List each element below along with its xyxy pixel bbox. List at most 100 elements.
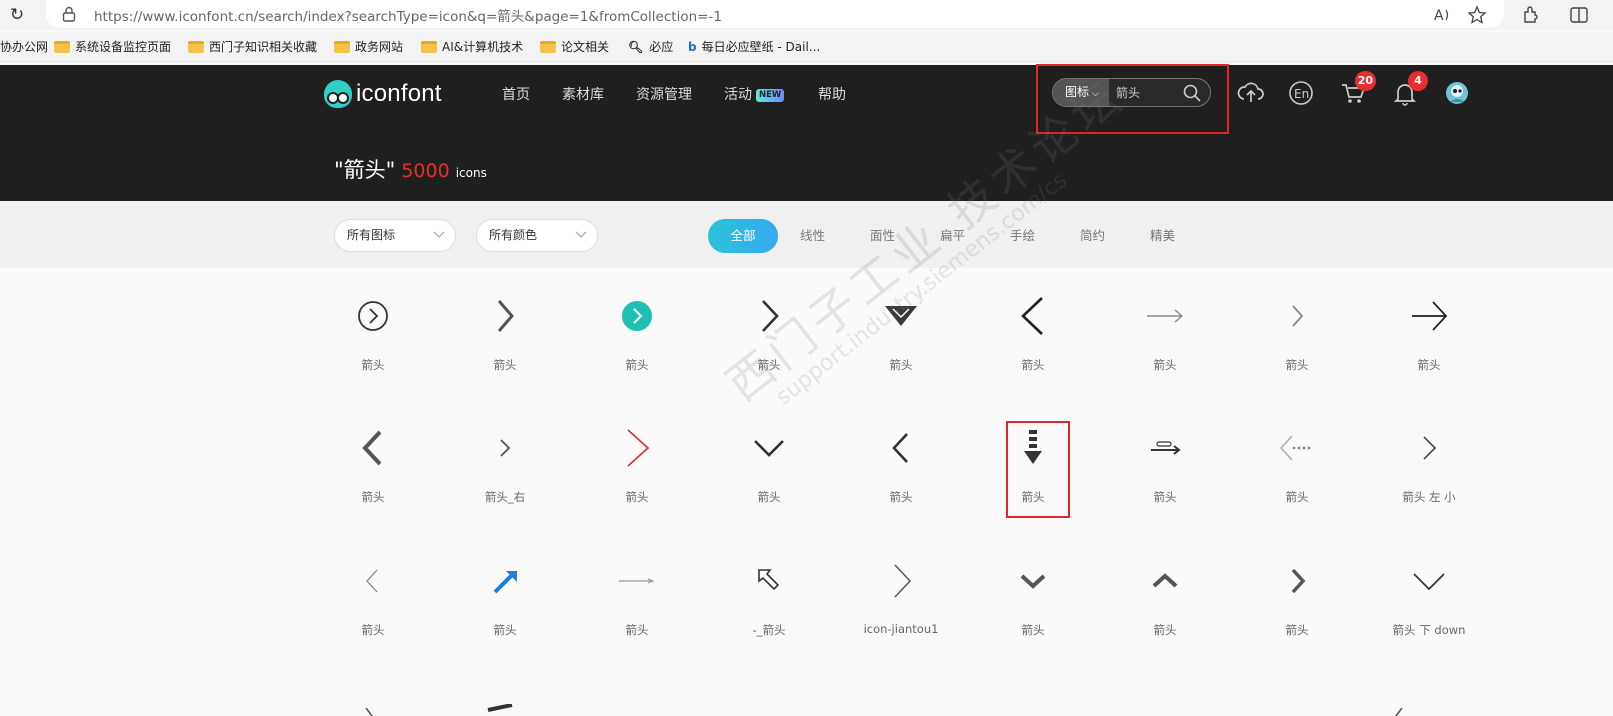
chevron-down-icon xyxy=(433,231,445,238)
partial-icon xyxy=(487,704,513,712)
nav-help[interactable]: 帮助 xyxy=(818,84,846,104)
reload-icon[interactable]: ↻ xyxy=(6,4,28,26)
icon-card[interactable]: 箭头 xyxy=(577,533,697,643)
arrow-right-line-icon xyxy=(1147,309,1184,323)
folder-icon xyxy=(188,41,204,53)
icon-card[interactable]: -_箭头 xyxy=(709,533,829,643)
icon-card[interactable]: 箭头 xyxy=(1237,533,1357,643)
upload-cloud-icon[interactable] xyxy=(1236,78,1266,108)
extensions-icon[interactable] xyxy=(1520,4,1542,26)
icon-card[interactable]: 箭头 xyxy=(445,533,565,643)
bookmark-item[interactable]: 协办公网 xyxy=(0,38,48,56)
tab-flat[interactable]: 扁平 xyxy=(940,219,965,253)
logo[interactable]: iconfont xyxy=(324,78,442,110)
search-icon[interactable] xyxy=(1182,83,1202,103)
bookmarks-bar: 协办公网 系统设备监控页面 西门子知识相关收藏 政务网站 AI&计算机技术 论文… xyxy=(0,32,1613,62)
avatar[interactable] xyxy=(1444,80,1470,106)
result-query: "箭头" xyxy=(334,158,396,182)
bing-icon: b xyxy=(688,40,697,54)
icon-card[interactable]: 箭头 xyxy=(445,268,565,378)
icon-card[interactable]: 箭头 xyxy=(973,268,1093,378)
nav-home[interactable]: 首页 xyxy=(502,84,530,104)
url-text[interactable]: https://www.iconfont.cn/search/index?sea… xyxy=(94,5,722,25)
icon-card[interactable]: 箭头 xyxy=(313,268,433,378)
arrow-up-right-blue-icon xyxy=(493,571,517,594)
icon-card[interactable]: 箭头 xyxy=(1105,268,1225,378)
nav-activity[interactable]: 活动 NEW xyxy=(724,84,785,104)
chevron-right-light-icon xyxy=(1292,305,1304,327)
bookmark-item[interactable]: b 每日必应壁纸 - Dail... xyxy=(688,38,820,56)
tab-all[interactable]: 全部 xyxy=(708,219,778,253)
favorite-star-icon[interactable] xyxy=(1466,4,1488,26)
dotted-arrow-left-icon xyxy=(1280,435,1311,461)
icon-card[interactable]: 箭头 xyxy=(1105,533,1225,643)
tab-exquisite[interactable]: 精美 xyxy=(1150,219,1175,253)
chevron-left-thin-icon xyxy=(366,569,378,593)
chevron-right-outline-icon xyxy=(894,564,912,598)
chevron-right-dark-icon xyxy=(1291,568,1306,594)
triangle-down-icon xyxy=(885,306,917,326)
icon-card[interactable]: 箭头 xyxy=(709,400,829,510)
icon-card[interactable]: 箭头 左 小 xyxy=(1369,400,1489,510)
bookmark-item[interactable]: 西门子知识相关收藏 xyxy=(188,38,317,56)
teal-circle-chevron-icon xyxy=(622,301,652,331)
chevron-left-large-icon xyxy=(1021,297,1043,335)
chevron-up-bold-icon xyxy=(1152,573,1178,588)
language-en-icon[interactable]: En xyxy=(1286,78,1316,108)
bookmark-item[interactable]: 政务网站 xyxy=(334,38,403,56)
nav-materials[interactable]: 素材库 xyxy=(562,84,604,104)
icon-type-select[interactable]: 所有图标 xyxy=(334,219,456,252)
bookmark-item[interactable]: 系统设备监控页面 xyxy=(54,38,171,56)
url-box[interactable]: https://www.iconfont.cn/search/index?sea… xyxy=(46,0,1504,28)
tab-filled[interactable]: 面性 xyxy=(870,219,895,253)
tab-handdrawn[interactable]: 手绘 xyxy=(1010,219,1035,253)
tab-linear[interactable]: 线性 xyxy=(800,219,825,253)
icon-card[interactable]: 箭头 xyxy=(577,268,697,378)
arrow-right-grey-line-icon xyxy=(619,578,655,584)
notification-button[interactable]: 4 xyxy=(1390,71,1428,108)
icon-card[interactable]: 箭头 xyxy=(1237,268,1357,378)
icon-card[interactable]: 箭头 xyxy=(709,268,829,378)
cart-button[interactable]: 20 xyxy=(1338,71,1376,108)
split-screen-icon[interactable] xyxy=(1568,4,1590,26)
result-count: 5000 xyxy=(401,160,450,182)
circle-chevron-right-icon xyxy=(358,301,388,331)
bookmark-item[interactable]: 🔍︎ 必应 xyxy=(628,38,673,56)
icon-card[interactable]: 箭头 xyxy=(973,533,1093,643)
search-box: 图标 ⌵ xyxy=(1052,78,1211,107)
folder-icon xyxy=(334,41,350,53)
chevron-right-bold-icon xyxy=(497,300,514,332)
icon-card[interactable]: icon-jiantou1 xyxy=(841,533,961,643)
tab-simple[interactable]: 简约 xyxy=(1080,219,1105,253)
folder-icon xyxy=(421,41,437,53)
bookmark-item[interactable]: 论文相关 xyxy=(540,38,609,56)
search-icon: 🔍︎ xyxy=(628,40,644,54)
icon-card[interactable]: 箭头 xyxy=(313,400,433,510)
icon-card[interactable]: 箭头 xyxy=(841,268,961,378)
bookmark-item[interactable]: AI&计算机技术 xyxy=(421,38,523,56)
icon-card[interactable]: 箭头 xyxy=(313,533,433,643)
svg-text:A: A xyxy=(1434,8,1444,24)
arrow-right-long-icon xyxy=(1412,301,1448,331)
color-select[interactable]: 所有颜色 xyxy=(476,219,598,252)
chevron-right-thin-icon xyxy=(762,300,779,332)
nav-resources[interactable]: 资源管理 xyxy=(636,84,692,104)
icon-card[interactable]: 箭头 下 down xyxy=(1369,533,1489,643)
chevron-right-red-icon xyxy=(627,429,650,467)
icon-card[interactable]: 箭头_右 xyxy=(445,400,565,510)
site-header: iconfont 首页 素材库 资源管理 活动NEW 帮助 图标⌵ En 20 … xyxy=(0,64,1613,201)
search-type-select[interactable]: 图标 ⌵ xyxy=(1053,79,1109,106)
search-input[interactable] xyxy=(1116,79,1182,106)
icon-card[interactable]: 箭头 xyxy=(1369,268,1489,378)
svg-text:En: En xyxy=(1294,87,1309,101)
icon-card[interactable]: 箭头 xyxy=(841,400,961,510)
icon-card[interactable]: 箭头 xyxy=(577,400,697,510)
chevron-down-thin-icon xyxy=(1413,573,1445,591)
read-aloud-icon[interactable]: A xyxy=(1431,4,1453,26)
chevron-right-small-icon xyxy=(500,439,511,457)
result-title: "箭头" 5000 icons xyxy=(334,154,487,184)
icon-grid: 箭头 箭头 箭头 箭头 箭头 箭头 箭头 箭头 箭头 箭头 箭头_右 箭头 箭头… xyxy=(0,268,1613,716)
icon-card[interactable]: 箭头 xyxy=(1237,400,1357,510)
icon-card[interactable]: 箭头 xyxy=(1105,400,1225,510)
filter-bar: 所有图标 所有颜色 全部 线性 面性 扁平 手绘 简约 精美 xyxy=(0,201,1613,268)
